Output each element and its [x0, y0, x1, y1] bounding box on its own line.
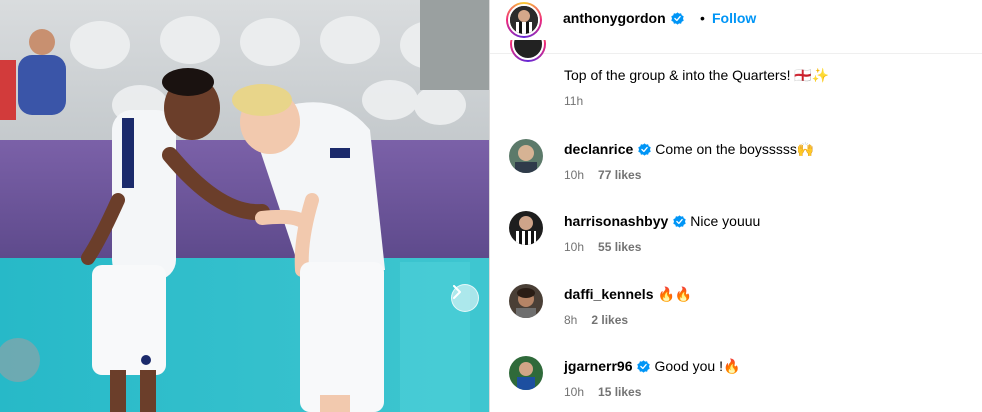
comment-likes[interactable]: 15 likes [598, 385, 641, 399]
comment-username[interactable]: daffi_kennels [564, 286, 653, 302]
verified-badge-icon [673, 215, 686, 228]
comment-text: 🔥🔥 [657, 286, 693, 302]
caption-avatar[interactable] [510, 40, 546, 62]
comment-time[interactable]: 10h [564, 385, 584, 399]
header-separator: • [700, 10, 705, 26]
caption-time[interactable]: 11h [564, 94, 583, 108]
header-divider [490, 53, 982, 54]
comment-item: jgarnerr96 Good you !🔥 10h 15 likes [490, 356, 982, 412]
commenter-avatar[interactable] [509, 139, 543, 173]
comment-item: declanrice Come on the boysssss🙌 10h 77 li… [490, 139, 982, 199]
comment-likes[interactable]: 77 likes [598, 168, 641, 182]
verified-badge-icon [638, 143, 651, 156]
comment-username[interactable]: harrisonashbyy [564, 213, 668, 229]
comment-text: Nice youuu [690, 213, 761, 229]
comment-text: Come on the boysssss🙌 [655, 141, 815, 157]
post-photo[interactable] [0, 0, 489, 412]
author-avatar-image [510, 6, 538, 34]
comment-time[interactable]: 10h [564, 168, 584, 182]
comment-time[interactable]: 10h [564, 240, 584, 254]
comment-text: Good you !🔥 [654, 358, 741, 374]
comment-likes[interactable]: 55 likes [598, 240, 641, 254]
chevron-right-icon [453, 285, 461, 299]
author-username[interactable]: anthonygordon [563, 10, 666, 26]
verified-badge-icon [637, 360, 651, 373]
commenter-avatar[interactable] [509, 356, 543, 390]
comment-item: daffi_kennels 🔥🔥 8h 2 likes [490, 284, 982, 344]
post-header: anthonygordon • Follow [490, 0, 982, 40]
commenter-avatar-image [509, 139, 543, 173]
comment-likes[interactable]: 2 likes [591, 313, 628, 327]
commenter-avatar-image [509, 356, 543, 390]
comment-time[interactable]: 8h [564, 313, 577, 327]
caption-text: Top of the group & into the Quarters! 🏴󠁧… [564, 67, 830, 83]
post-image [0, 0, 489, 412]
panel-divider [489, 0, 490, 412]
commenter-avatar-image [509, 211, 543, 245]
verified-badge-icon [670, 12, 684, 25]
comment-username[interactable]: jgarnerr96 [564, 358, 632, 374]
commenter-avatar-image [509, 284, 543, 318]
follow-button[interactable]: Follow [712, 10, 756, 26]
commenter-avatar[interactable] [509, 284, 543, 318]
commenter-avatar[interactable] [509, 211, 543, 245]
author-avatar[interactable] [506, 2, 542, 38]
comment-username[interactable]: declanrice [564, 141, 633, 157]
author-username-row[interactable]: anthonygordon [563, 10, 684, 26]
next-image-button[interactable] [451, 284, 479, 312]
comment-item: harrisonashbyy Nice youuu 10h 55 likes [490, 211, 982, 271]
